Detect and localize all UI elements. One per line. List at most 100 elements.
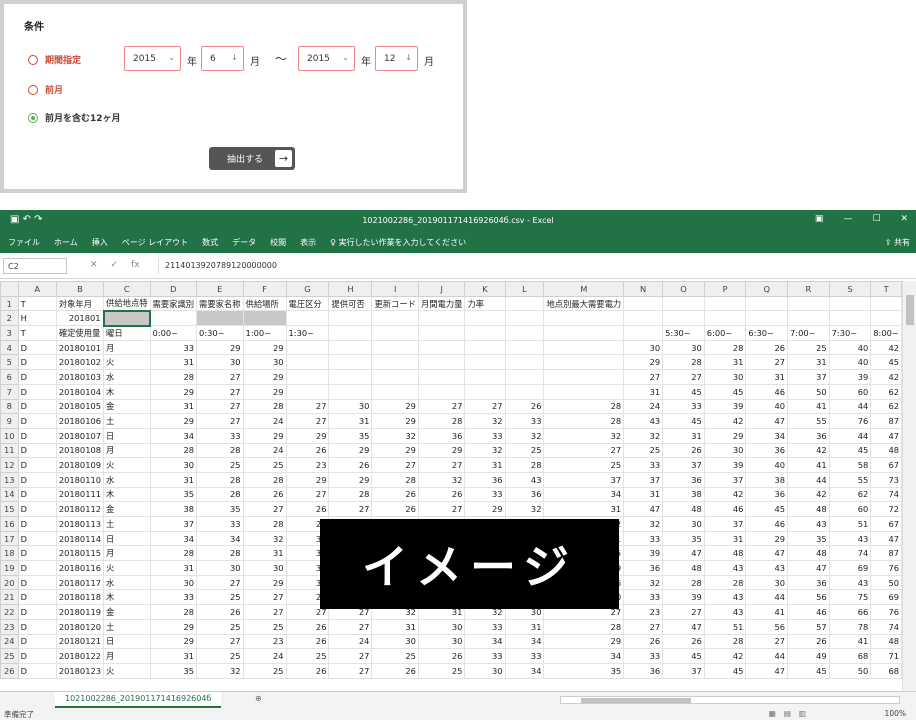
cell[interactable]: 更新コード <box>371 295 419 312</box>
cell[interactable]: H <box>17 310 57 327</box>
cell[interactable]: 31 <box>703 530 747 547</box>
cell[interactable]: 32 <box>504 427 545 444</box>
cell[interactable]: 26 <box>285 501 330 517</box>
cell[interactable]: 33 <box>623 457 664 473</box>
cell[interactable]: 28 <box>703 574 747 591</box>
cell[interactable]: 力率 <box>464 295 506 312</box>
cell[interactable]: 25 <box>242 618 287 635</box>
cell[interactable]: 66 <box>828 604 872 620</box>
cell[interactable]: D <box>17 486 57 503</box>
cell[interactable]: 20180122 <box>55 648 105 664</box>
cell[interactable] <box>417 383 466 400</box>
cell[interactable]: 75 <box>828 589 872 606</box>
cell[interactable]: 28 <box>543 618 625 635</box>
cell[interactable]: 31 <box>623 486 664 503</box>
cell[interactable]: 地点別最大需要電力 <box>543 295 625 312</box>
cell[interactable] <box>828 310 872 327</box>
cell[interactable]: 土 <box>103 516 151 532</box>
cell[interactable]: 35 <box>328 427 373 444</box>
row-header[interactable]: 20 <box>0 574 19 591</box>
cell[interactable] <box>662 295 705 312</box>
cell[interactable]: 45 <box>745 501 789 517</box>
cell[interactable]: 27 <box>196 369 244 385</box>
column-header[interactable]: O <box>662 281 705 297</box>
cell[interactable]: 43 <box>703 560 747 576</box>
row-header[interactable]: 11 <box>0 442 19 459</box>
cell[interactable]: 0:30~ <box>196 325 244 341</box>
cell[interactable]: 26 <box>417 486 466 503</box>
cell[interactable]: 供給場所 <box>242 295 287 312</box>
share-button[interactable]: ⇪ 共有 <box>885 237 910 248</box>
to-month-select[interactable]: 12 ↓ <box>375 46 418 71</box>
cell[interactable]: 20180102 <box>55 354 105 371</box>
cell[interactable]: 29 <box>149 633 198 650</box>
cell[interactable] <box>417 339 466 356</box>
column-header[interactable]: R <box>787 281 830 297</box>
cell[interactable]: 木 <box>103 486 151 503</box>
radio-checked-icon[interactable] <box>28 112 38 123</box>
cell[interactable]: 30 <box>242 560 287 576</box>
row-header[interactable]: 26 <box>0 662 19 679</box>
cell[interactable]: 28 <box>328 486 373 503</box>
cell[interactable]: 電圧区分 <box>285 295 330 312</box>
cell[interactable]: 40 <box>828 354 872 371</box>
cell[interactable]: 29 <box>242 427 287 444</box>
cell[interactable]: 37 <box>703 471 747 488</box>
cell[interactable]: 69 <box>828 560 872 576</box>
cell[interactable]: 29 <box>285 427 330 444</box>
cell[interactable]: 42 <box>870 369 902 385</box>
cell[interactable]: 26 <box>371 486 419 503</box>
cell[interactable]: D <box>17 427 57 444</box>
cell[interactable]: 29 <box>149 618 198 635</box>
column-header[interactable]: S <box>828 281 872 297</box>
cell[interactable] <box>543 325 625 341</box>
cell[interactable]: 32 <box>417 471 466 488</box>
cell[interactable]: 27 <box>543 442 625 459</box>
cell[interactable] <box>328 354 373 371</box>
cell[interactable]: 月 <box>103 545 151 562</box>
cell[interactable]: T <box>17 325 57 341</box>
cell[interactable]: 31 <box>543 501 625 517</box>
cell[interactable]: 31 <box>149 398 198 415</box>
cell[interactable]: 36 <box>662 471 705 488</box>
column-header[interactable]: C <box>103 281 151 297</box>
cell[interactable]: 28 <box>703 339 747 356</box>
cell[interactable]: 27 <box>285 398 330 415</box>
cell[interactable]: 28 <box>242 398 287 415</box>
cell[interactable]: 38 <box>149 501 198 517</box>
cell[interactable]: 31 <box>328 413 373 429</box>
cell[interactable]: 27 <box>623 618 664 635</box>
cell[interactable]: 20180104 <box>55 383 105 400</box>
tab-formulas[interactable]: 数式 <box>202 237 218 248</box>
cell[interactable]: 34 <box>543 648 625 664</box>
cell[interactable]: 20180115 <box>55 545 105 562</box>
cell[interactable]: 月 <box>103 442 151 459</box>
cell[interactable] <box>543 383 625 400</box>
cell[interactable]: 43 <box>745 560 789 576</box>
cell[interactable]: 201801 <box>55 310 105 327</box>
cell[interactable] <box>543 310 625 327</box>
cell[interactable]: 29 <box>417 442 466 459</box>
cell[interactable]: D <box>17 545 57 562</box>
cell[interactable] <box>504 369 545 385</box>
cell[interactable] <box>464 354 506 371</box>
cell[interactable]: 41 <box>745 604 789 620</box>
minimize-icon[interactable]: — <box>843 214 852 224</box>
cell[interactable]: 29 <box>196 339 244 356</box>
cell[interactable]: 20180108 <box>55 442 105 459</box>
cell[interactable]: 71 <box>870 648 902 664</box>
cell[interactable]: 29 <box>242 369 287 385</box>
cell[interactable]: 24 <box>328 633 373 650</box>
cell[interactable]: 38 <box>662 486 705 503</box>
cell[interactable]: 25 <box>196 457 244 473</box>
cell[interactable] <box>196 310 244 327</box>
cell[interactable]: 62 <box>828 486 872 503</box>
cell[interactable]: 74 <box>870 618 902 635</box>
cell[interactable] <box>745 295 789 312</box>
cell[interactable]: 28 <box>149 604 198 620</box>
cell[interactable]: 27 <box>623 369 664 385</box>
cell[interactable] <box>662 310 705 327</box>
horizontal-scrollbar[interactable] <box>560 696 900 704</box>
cell[interactable]: 36 <box>745 442 789 459</box>
cell[interactable]: 27 <box>745 633 789 650</box>
